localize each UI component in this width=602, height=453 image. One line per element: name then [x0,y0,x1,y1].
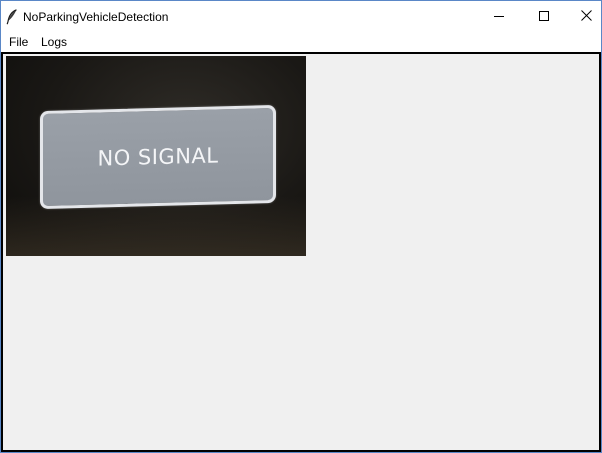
title-bar[interactable]: NoParkingVehicleDetection [1,1,601,32]
close-button[interactable] [564,1,602,32]
main-content-area: NO SIGNAL [1,52,601,452]
maximize-icon [538,8,549,26]
menu-logs[interactable]: Logs [41,35,67,49]
video-feed: NO SIGNAL [6,56,306,256]
menu-file[interactable]: File [9,35,28,49]
maximize-button[interactable] [521,1,566,32]
feather-icon [6,9,18,25]
close-icon [581,8,592,26]
menu-bar: File Logs [1,32,601,52]
no-signal-box: NO SIGNAL [40,104,276,210]
minimize-icon [493,8,504,26]
window-title: NoParkingVehicleDetection [23,10,169,24]
app-window: NoParkingVehicleDetection File Logs NO S… [0,0,602,453]
no-signal-text: NO SIGNAL [97,143,219,171]
minimize-button[interactable] [476,1,521,32]
